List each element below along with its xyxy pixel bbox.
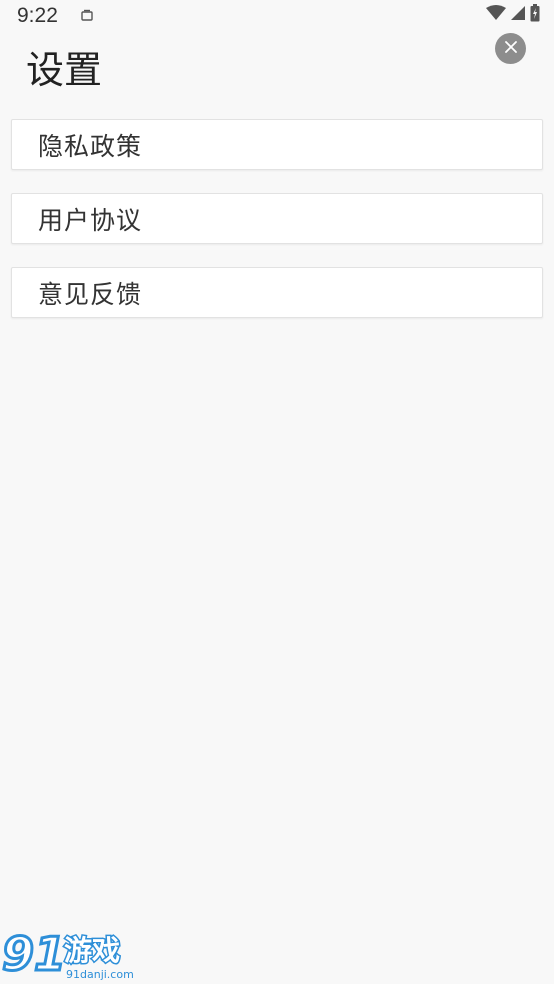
close-button[interactable] (495, 33, 526, 64)
wifi-icon (486, 5, 506, 25)
settings-screen: 9:22 设置 隐私政策 用户协议 意见反馈 91 游戏 91danji.com (0, 0, 554, 984)
menu-item-label: 用户协议 (38, 205, 143, 235)
menu-item-user-agreement[interactable]: 用户协议 (11, 193, 543, 244)
page-title: 设置 (26, 48, 103, 92)
menu-item-label: 隐私政策 (38, 131, 143, 161)
status-icons (486, 4, 540, 26)
menu-item-label: 意见反馈 (38, 279, 143, 309)
status-bar: 9:22 (0, 0, 554, 34)
notification-icon (80, 8, 94, 22)
signal-icon (510, 5, 526, 25)
watermark-logo: 91 游戏 91danji.com (0, 926, 140, 984)
svg-text:游戏: 游戏 (64, 934, 120, 967)
menu-item-privacy-policy[interactable]: 隐私政策 (11, 119, 543, 170)
status-time: 9:22 (17, 4, 58, 27)
menu-item-feedback[interactable]: 意见反馈 (11, 267, 543, 318)
battery-icon (530, 4, 540, 26)
settings-menu: 隐私政策 用户协议 意见反馈 (11, 119, 543, 341)
close-icon (504, 39, 518, 58)
svg-text:91danji.com: 91danji.com (66, 968, 134, 981)
svg-text:91: 91 (2, 927, 66, 981)
